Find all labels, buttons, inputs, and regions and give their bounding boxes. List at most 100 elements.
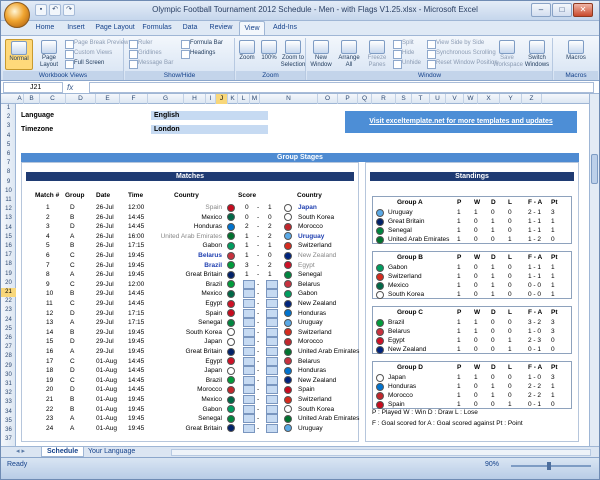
promo-link[interactable]: Visit exceltemplate.net for more templat… bbox=[345, 111, 577, 133]
row-header[interactable]: 13 bbox=[1, 214, 16, 223]
row-header[interactable]: 14 bbox=[1, 224, 16, 233]
undo-icon[interactable]: ↶ bbox=[49, 4, 61, 16]
column-header[interactable]: R bbox=[372, 94, 396, 104]
row-header[interactable]: 24 bbox=[1, 316, 16, 325]
headings-checkbox[interactable]: Headings bbox=[181, 49, 215, 59]
home-score[interactable]: 3 bbox=[245, 261, 249, 270]
worksheet[interactable]: Language English Timezone London Visit e… bbox=[16, 104, 589, 446]
column-header[interactable]: L bbox=[238, 94, 250, 104]
home-score-input[interactable] bbox=[243, 423, 255, 433]
away-score[interactable]: 1 bbox=[268, 241, 272, 250]
column-header[interactable]: E bbox=[96, 94, 120, 104]
scroll-thumb[interactable] bbox=[591, 154, 598, 184]
home-score[interactable]: 1 bbox=[245, 232, 249, 241]
row-header[interactable]: 7 bbox=[1, 159, 16, 168]
column-header[interactable]: G bbox=[148, 94, 184, 104]
horizontal-scrollbar[interactable] bbox=[171, 449, 591, 456]
row-header[interactable]: 29 bbox=[1, 362, 16, 371]
row-header[interactable]: 20 bbox=[1, 279, 16, 288]
save-workspace-button[interactable]: Save Workspace bbox=[493, 39, 523, 70]
column-header[interactable]: B bbox=[24, 94, 40, 104]
away-score-input[interactable] bbox=[266, 279, 278, 289]
new-window-button[interactable]: New Window bbox=[307, 39, 335, 70]
normal-view-button[interactable]: Normal bbox=[5, 39, 33, 70]
office-button[interactable] bbox=[4, 2, 30, 28]
ruler-checkbox[interactable]: Ruler bbox=[129, 39, 152, 49]
home-score-input[interactable] bbox=[243, 347, 255, 356]
vertical-scrollbar[interactable] bbox=[589, 94, 599, 446]
row-header[interactable]: 31 bbox=[1, 380, 16, 389]
maximize-button[interactable]: □ bbox=[552, 3, 572, 17]
zoom-to-selection-button[interactable]: Zoom to Selection bbox=[280, 39, 306, 70]
row-header[interactable]: 16 bbox=[1, 242, 16, 251]
row-header[interactable]: 19 bbox=[1, 270, 16, 279]
row-header[interactable]: 35 bbox=[1, 417, 16, 426]
away-score[interactable]: 2 bbox=[268, 232, 272, 241]
column-header[interactable]: M bbox=[250, 94, 260, 104]
row-header[interactable]: 37 bbox=[1, 435, 16, 444]
home-score[interactable]: 1 bbox=[245, 241, 249, 250]
row-header[interactable]: 15 bbox=[1, 233, 16, 242]
page-layout-view-button[interactable]: Page Layout bbox=[35, 39, 63, 70]
home-score-input[interactable] bbox=[243, 404, 255, 414]
away-score[interactable]: 0 bbox=[268, 213, 272, 222]
save-icon[interactable]: ▪ bbox=[35, 4, 47, 16]
away-score-input[interactable] bbox=[266, 289, 278, 299]
home-score-input[interactable] bbox=[243, 385, 255, 395]
row-header[interactable]: 33 bbox=[1, 398, 16, 407]
zoom-button[interactable]: Zoom bbox=[236, 39, 258, 70]
tab-review[interactable]: Review bbox=[205, 21, 237, 35]
column-header[interactable]: F bbox=[120, 94, 148, 104]
away-score[interactable]: 2 bbox=[268, 261, 272, 270]
row-header[interactable]: 5 bbox=[1, 141, 16, 150]
column-header[interactable]: C bbox=[40, 94, 66, 104]
row-header[interactable]: 9 bbox=[1, 178, 16, 187]
row-header[interactable]: 32 bbox=[1, 389, 16, 398]
row-header[interactable]: 18 bbox=[1, 260, 16, 269]
column-header[interactable]: Q bbox=[358, 94, 372, 104]
column-header[interactable]: K bbox=[228, 94, 238, 104]
language-input[interactable]: English bbox=[151, 111, 268, 120]
away-score-input[interactable] bbox=[266, 414, 278, 424]
row-header[interactable]: 22 bbox=[1, 297, 16, 306]
view-side-by-side-button[interactable]: View Side by Side bbox=[427, 39, 484, 49]
away-score-input[interactable] bbox=[266, 318, 278, 328]
away-score-input[interactable] bbox=[266, 385, 278, 395]
home-score[interactable]: 0 bbox=[245, 203, 249, 212]
away-score[interactable]: 2 bbox=[268, 222, 272, 231]
row-header[interactable]: 6 bbox=[1, 150, 16, 159]
row-header[interactable]: 36 bbox=[1, 426, 16, 435]
away-score-input[interactable] bbox=[266, 308, 278, 318]
row-header[interactable]: 4 bbox=[1, 132, 16, 141]
page-break-preview-button[interactable]: Page Break Preview bbox=[65, 39, 128, 49]
row-header[interactable]: 23 bbox=[1, 306, 16, 315]
tab-insert[interactable]: Insert bbox=[61, 21, 91, 35]
row-header[interactable]: 34 bbox=[1, 408, 16, 417]
home-score-input[interactable] bbox=[243, 337, 255, 347]
home-score-input[interactable] bbox=[243, 299, 255, 308]
away-score-input[interactable] bbox=[266, 395, 278, 404]
home-score[interactable]: 1 bbox=[245, 270, 249, 279]
column-header[interactable]: I bbox=[206, 94, 216, 104]
switch-windows-button[interactable]: Switch Windows bbox=[523, 39, 551, 70]
fx-icon[interactable]: fx bbox=[67, 82, 87, 93]
column-header[interactable]: T bbox=[412, 94, 430, 104]
row-header[interactable]: 25 bbox=[1, 325, 16, 334]
home-score-input[interactable] bbox=[243, 356, 255, 366]
tab-formulas[interactable]: Formulas bbox=[139, 21, 175, 35]
away-score-input[interactable] bbox=[266, 347, 278, 356]
row-header[interactable]: 12 bbox=[1, 205, 16, 214]
away-score-input[interactable] bbox=[266, 327, 278, 337]
timezone-input[interactable]: London bbox=[151, 125, 268, 134]
sheet-nav-arrows[interactable]: ◂ ▸ bbox=[11, 447, 30, 457]
synchronous-scrolling-button[interactable]: Synchronous Scrolling bbox=[427, 49, 496, 59]
away-score-input[interactable] bbox=[266, 337, 278, 347]
reset-window-position-button[interactable]: Reset Window Position bbox=[427, 59, 498, 69]
home-score-input[interactable] bbox=[243, 414, 255, 424]
away-score[interactable]: 0 bbox=[268, 251, 272, 260]
row-header[interactable]: 8 bbox=[1, 168, 16, 177]
column-header[interactable]: U bbox=[430, 94, 446, 104]
away-score-input[interactable] bbox=[266, 375, 278, 385]
away-score[interactable]: 1 bbox=[268, 203, 272, 212]
home-score[interactable]: 2 bbox=[245, 222, 249, 231]
